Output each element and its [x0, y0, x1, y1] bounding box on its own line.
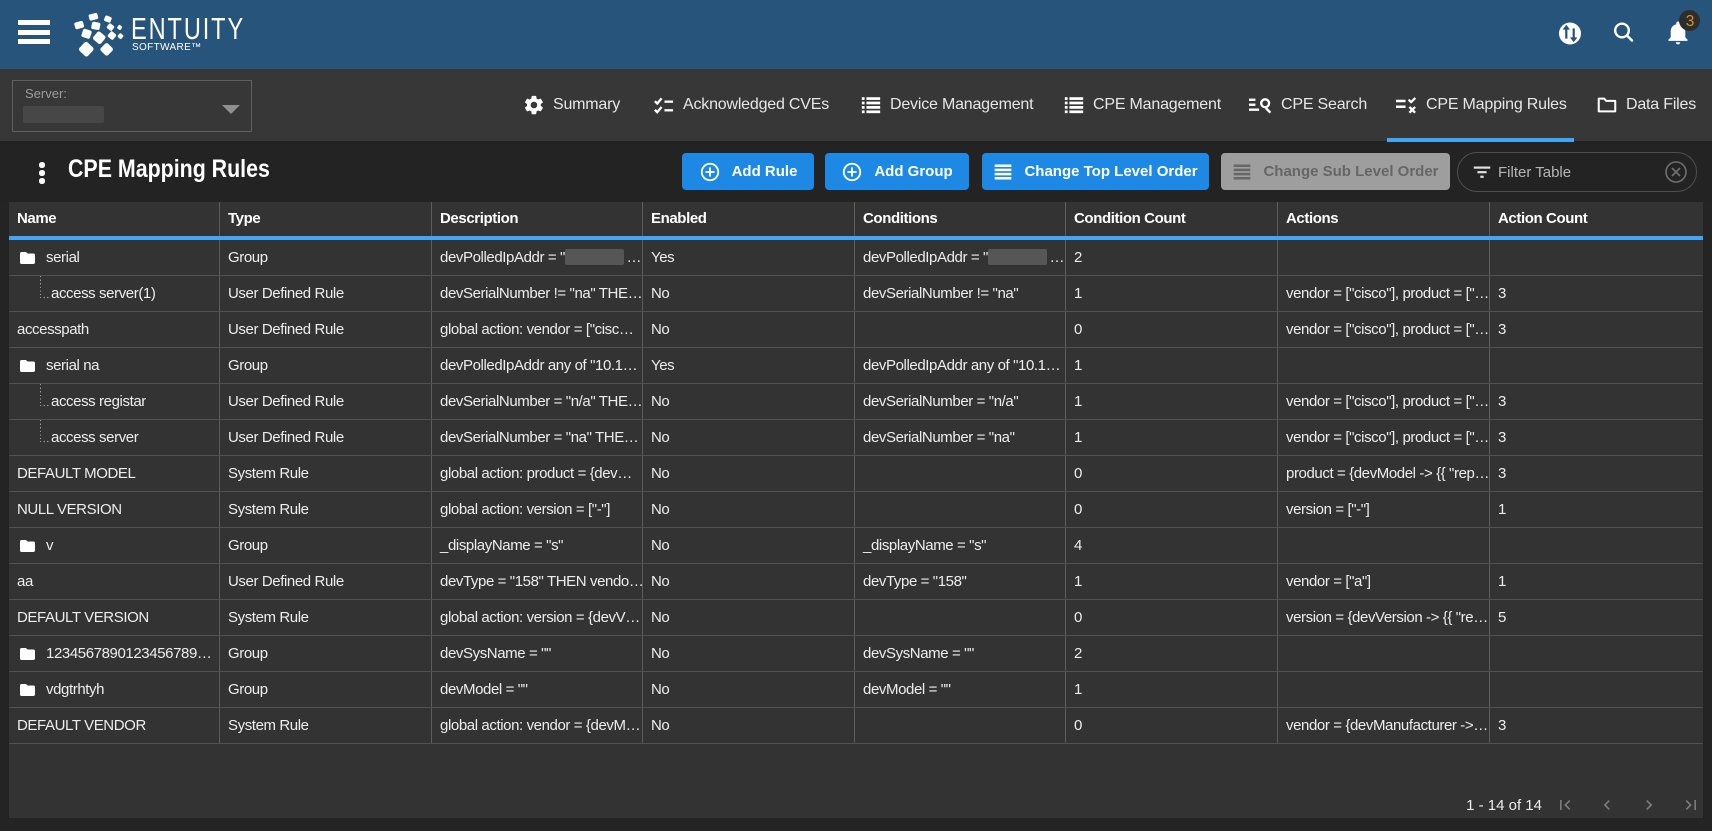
svg-text:3: 3 [1686, 13, 1695, 30]
